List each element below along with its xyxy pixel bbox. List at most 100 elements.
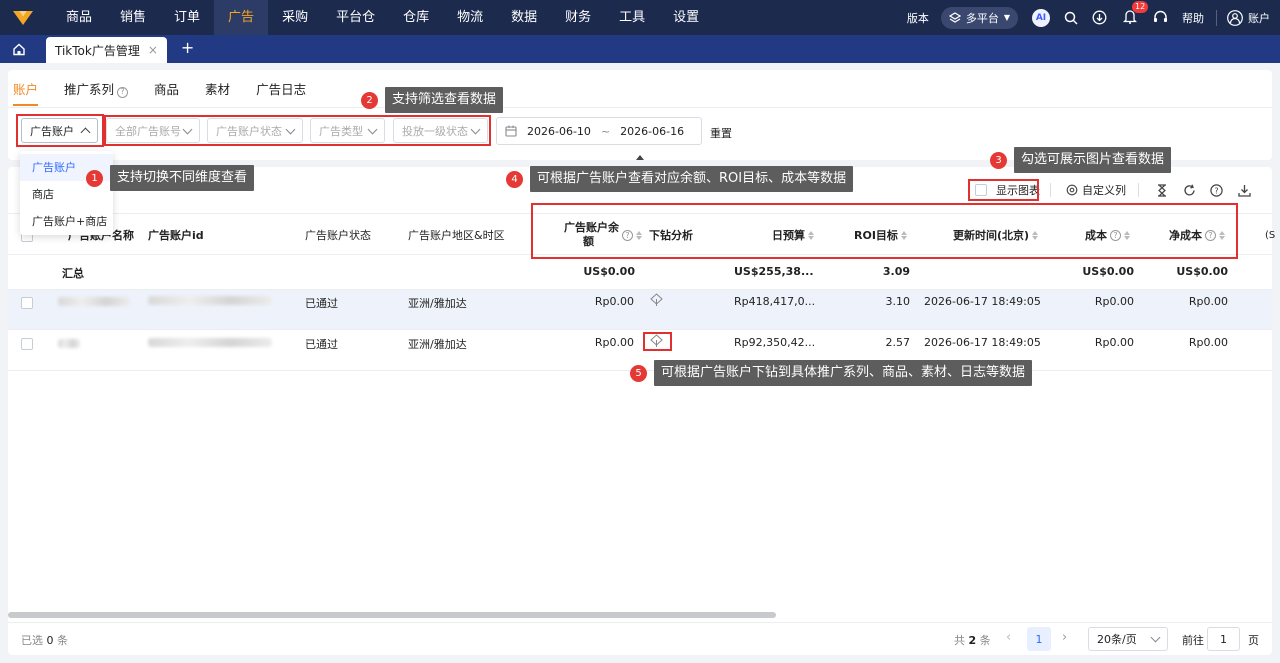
type-select[interactable]: 广告类型 — [310, 118, 385, 143]
col-daily-budget[interactable]: 日预算 — [772, 214, 814, 256]
goto-page-input[interactable]: 1 — [1207, 627, 1240, 651]
question-icon[interactable]: ? — [1110, 229, 1121, 241]
sub-tab[interactable]: 账户 — [13, 80, 39, 106]
total-suffix: 条 — [979, 634, 991, 647]
chevron-down-icon — [367, 124, 378, 134]
version-link[interactable]: 版本 — [907, 10, 929, 26]
col-roi-target[interactable]: ROI目标 — [854, 214, 907, 256]
nav-item[interactable]: 物流 — [443, 0, 497, 35]
header-label: (S — [1265, 229, 1276, 241]
hourglass-icon[interactable] — [1152, 180, 1172, 200]
custom-columns-button[interactable]: 自定义列 — [1066, 179, 1126, 201]
question-icon[interactable]: ? — [117, 86, 129, 98]
tip-5: 可根据广告账户下钻到具体推广系列、商品、素材、日志等数据 — [654, 360, 1033, 386]
sort-icon[interactable] — [1219, 230, 1225, 240]
dropdown-option[interactable]: 广告账户+商店 — [20, 208, 113, 235]
nav-item[interactable]: 订单 — [160, 0, 214, 35]
nav-item[interactable]: 数据 — [497, 0, 551, 35]
date-range-picker[interactable]: 2026-06-10 ~ 2026-06-16 — [496, 117, 702, 145]
show-chart-checkbox[interactable] — [975, 184, 987, 196]
delivery-select-placeholder: 投放一级状态 — [402, 124, 468, 138]
col-cost[interactable]: 成本? — [1085, 214, 1130, 256]
toolbar-divider — [1050, 183, 1051, 197]
table-row[interactable]: 已通过 亚洲/雅加达 Rp0.00 Rp418,417,0... 3.10 20… — [8, 290, 1272, 330]
sort-icon[interactable] — [1124, 230, 1130, 240]
roi-cell: 2.57 — [885, 336, 911, 349]
account-select[interactable]: 全部广告账号 — [106, 118, 200, 143]
sub-tab[interactable]: 素材 — [205, 80, 230, 106]
sort-icon[interactable] — [636, 230, 642, 240]
platform-label: 多平台 — [965, 11, 999, 25]
question-icon[interactable]: ? — [622, 229, 633, 241]
date-end: 2026-06-16 — [620, 124, 685, 138]
sort-icon[interactable] — [900, 230, 907, 240]
nav-item[interactable]: 工具 — [605, 0, 659, 35]
nav-item[interactable]: 平台仓 — [322, 0, 389, 35]
nav-item[interactable]: 采购 — [268, 0, 322, 35]
account-label: 账户 — [1248, 11, 1270, 25]
dimension-value: 广告账户 — [30, 124, 74, 138]
sort-icon[interactable] — [808, 230, 814, 240]
status-cell: 已通过 — [305, 297, 338, 310]
summary-roi: 3.09 — [882, 265, 910, 278]
show-chart-toggle[interactable]: 显示图表 — [975, 179, 1040, 201]
download-circle-icon[interactable] — [1092, 10, 1107, 25]
help-link[interactable]: 帮助 — [1182, 10, 1204, 26]
col-balance[interactable]: 广告账户余额 ? — [548, 214, 642, 256]
refresh-icon[interactable] — [1179, 180, 1199, 200]
drill-down-icon[interactable] — [649, 293, 664, 310]
account-select-placeholder: 全部广告账号 — [115, 124, 181, 138]
header-label: 广告账户余额 — [564, 221, 619, 249]
search-icon[interactable] — [1064, 11, 1078, 25]
summary-row: 汇总 US$0.00 US$255,38... 3.09 US$0.00 US$… — [8, 255, 1272, 290]
logo-icon[interactable] — [0, 0, 46, 35]
page-button-current[interactable]: 1 — [1027, 627, 1051, 651]
type-select-placeholder: 广告类型 — [319, 124, 363, 138]
prev-page-icon[interactable]: ‹ — [1006, 630, 1011, 645]
nav-item[interactable]: 设置 — [659, 0, 713, 35]
col-updated-time[interactable]: 更新时间(北京) — [953, 214, 1039, 256]
help-circle-icon[interactable]: ? — [1206, 180, 1226, 200]
balance-cell: Rp0.00 — [594, 295, 634, 308]
nav-item[interactable]: 广告 — [214, 0, 269, 35]
col-account-status[interactable]: 广告账户状态 — [305, 214, 371, 256]
net-cost-cell: Rp0.00 — [1188, 295, 1228, 308]
platform-switcher[interactable]: 多平台 ▼ — [940, 6, 1018, 29]
nav-item[interactable]: 销售 — [106, 0, 160, 35]
sub-tab[interactable]: 推广系列? — [64, 80, 129, 106]
account-name-redacted — [58, 297, 130, 306]
reset-button[interactable]: 重置 — [710, 125, 732, 141]
dimension-select[interactable]: 广告账户 — [21, 118, 98, 143]
summary-balance: US$0.00 — [583, 265, 635, 278]
export-download-icon[interactable] — [1234, 180, 1254, 200]
row-checkbox[interactable] — [21, 338, 33, 350]
next-page-icon[interactable]: › — [1062, 630, 1067, 645]
col-region[interactable]: 广告账户地区&时区 — [408, 214, 505, 256]
account-menu[interactable]: 账户 — [1227, 9, 1270, 26]
nav-item[interactable]: 商品 — [52, 0, 106, 35]
collapse-arrow-icon[interactable] — [636, 155, 644, 160]
close-icon[interactable]: × — [148, 43, 158, 57]
notification-bell-icon[interactable]: 12 — [1122, 0, 1149, 27]
delivery-status-select[interactable]: 投放一级状态 — [393, 118, 488, 143]
home-icon[interactable] — [0, 35, 38, 63]
page-size-select[interactable]: 20条/页 — [1088, 627, 1168, 651]
drill-down-icon[interactable] — [649, 334, 664, 351]
add-tab-icon[interactable]: + — [181, 35, 194, 63]
status-select[interactable]: 广告账户状态 — [207, 118, 303, 143]
balance-cell: Rp0.00 — [594, 336, 634, 349]
horizontal-scrollbar[interactable] — [8, 612, 776, 618]
tab-tiktok-ads[interactable]: TikTok广告管理 × — [46, 37, 167, 63]
question-icon[interactable]: ? — [1205, 229, 1216, 241]
row-checkbox[interactable] — [21, 297, 33, 309]
nav-item[interactable]: 仓库 — [389, 0, 443, 35]
col-account-id[interactable]: 广告账户id — [148, 214, 204, 256]
sub-tab[interactable]: 商品 — [154, 80, 179, 106]
headset-icon[interactable] — [1153, 10, 1168, 25]
calendar-icon — [505, 125, 517, 137]
ai-icon[interactable]: AI — [1032, 8, 1050, 27]
col-net-cost[interactable]: 净成本? — [1169, 214, 1225, 256]
sub-tab[interactable]: 广告日志 — [256, 80, 306, 106]
sort-icon[interactable] — [1032, 230, 1039, 240]
nav-item[interactable]: 财务 — [551, 0, 605, 35]
